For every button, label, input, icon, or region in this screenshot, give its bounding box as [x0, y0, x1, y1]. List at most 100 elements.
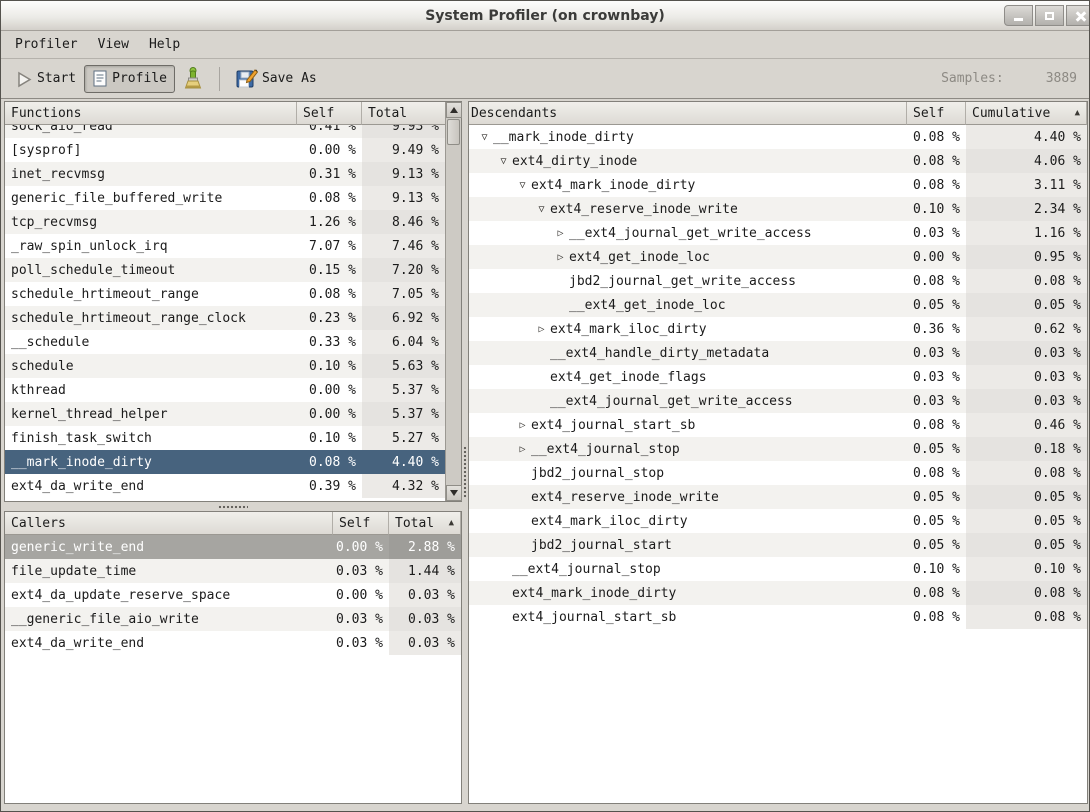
- table-row[interactable]: ext4_get_inode_flags0.03 %0.03 %: [469, 365, 1087, 389]
- total-value: 0.62 %: [966, 317, 1087, 341]
- table-row[interactable]: __ext4_journal_get_write_access0.03 %0.0…: [469, 389, 1087, 413]
- table-row[interactable]: file_update_time0.03 %1.44 %: [5, 559, 461, 583]
- total-value: 7.20 %: [362, 258, 445, 282]
- table-row[interactable]: inet_recvmsg0.31 %9.13 %: [5, 162, 445, 186]
- table-row[interactable]: ext4_reserve_inode_write0.05 %0.05 %: [469, 485, 1087, 509]
- table-row[interactable]: tcp_recvmsg1.26 %8.46 %: [5, 210, 445, 234]
- minimize-button[interactable]: [1004, 5, 1033, 26]
- table-row[interactable]: ext4_mark_iloc_dirty0.05 %0.05 %: [469, 509, 1087, 533]
- table-row[interactable]: ext4_da_write_end0.39 %4.32 %: [5, 474, 445, 498]
- scroll-up-button[interactable]: [446, 102, 462, 118]
- table-row[interactable]: ext4_mark_inode_dirty0.08 %0.08 %: [469, 581, 1087, 605]
- function-name: ext4_reserve_inode_write: [550, 202, 738, 217]
- expander-open-icon[interactable]: ▽: [495, 156, 512, 167]
- callers-column-header[interactable]: Callers: [5, 512, 333, 535]
- expander-closed-icon[interactable]: ▷: [552, 252, 569, 263]
- table-row[interactable]: sock_aio_read0.41 %9.93 %: [5, 125, 445, 138]
- table-row[interactable]: generic_write_end0.00 %2.88 %: [5, 535, 461, 559]
- total-value: 2.88 %: [389, 535, 461, 559]
- table-row[interactable]: ▷__ext4_journal_stop0.05 %0.18 %: [469, 437, 1087, 461]
- close-button[interactable]: [1066, 5, 1089, 26]
- table-row[interactable]: schedule0.10 %5.63 %: [5, 354, 445, 378]
- function-name: jbd2_journal_stop: [531, 466, 664, 481]
- menu-view[interactable]: View: [88, 34, 139, 55]
- tree-indent: [471, 449, 514, 450]
- table-row[interactable]: __ext4_handle_dirty_metadata0.03 %0.03 %: [469, 341, 1087, 365]
- function-name: ext4_get_inode_flags: [550, 370, 707, 385]
- table-row[interactable]: [sysprof]0.00 %9.49 %: [5, 138, 445, 162]
- table-row[interactable]: __ext4_get_inode_loc0.05 %0.05 %: [469, 293, 1087, 317]
- table-row[interactable]: __schedule0.33 %6.04 %: [5, 330, 445, 354]
- function-name: generic_file_buffered_write: [11, 191, 222, 206]
- self-value: 0.10 %: [297, 426, 362, 450]
- table-row[interactable]: poll_schedule_timeout0.15 %7.20 %: [5, 258, 445, 282]
- scrollbar-thumb[interactable]: [447, 119, 460, 145]
- self-value: 0.00 %: [907, 245, 966, 269]
- table-row[interactable]: ext4_journal_start_sb0.08 %0.08 %: [469, 605, 1087, 629]
- descendants-column-header[interactable]: Descendants: [469, 102, 907, 125]
- table-row[interactable]: ▽ext4_reserve_inode_write0.10 %2.34 %: [469, 197, 1087, 221]
- expander-closed-icon[interactable]: ▷: [533, 324, 550, 335]
- function-name: ext4_get_inode_loc: [569, 250, 710, 265]
- table-row[interactable]: ▽__mark_inode_dirty0.08 %4.40 %: [469, 125, 1087, 149]
- horizontal-pane-splitter[interactable]: [4, 502, 462, 511]
- table-row[interactable]: ▷__ext4_journal_get_write_access0.03 %1.…: [469, 221, 1087, 245]
- table-row[interactable]: __mark_inode_dirty0.08 %4.40 %: [5, 450, 445, 474]
- menu-profiler[interactable]: Profiler: [5, 34, 88, 55]
- expander-closed-icon[interactable]: ▷: [552, 228, 569, 239]
- menu-help[interactable]: Help: [139, 34, 190, 55]
- toolbar: Start Profile: [1, 59, 1089, 99]
- table-row[interactable]: ext4_da_update_reserve_space0.00 %0.03 %: [5, 583, 461, 607]
- maximize-button[interactable]: [1035, 5, 1064, 26]
- self-value: 0.00 %: [333, 583, 389, 607]
- table-row[interactable]: jbd2_journal_start0.05 %0.05 %: [469, 533, 1087, 557]
- profile-label: Profile: [112, 71, 167, 86]
- table-row[interactable]: kernel_thread_helper0.00 %5.37 %: [5, 402, 445, 426]
- table-row[interactable]: ▽ext4_dirty_inode0.08 %4.06 %: [469, 149, 1087, 173]
- self-value: 0.03 %: [907, 221, 966, 245]
- table-row[interactable]: _raw_spin_unlock_irq7.07 %7.46 %: [5, 234, 445, 258]
- scroll-down-button[interactable]: [446, 485, 462, 501]
- function-name: kthread: [11, 383, 66, 398]
- functions-column-header[interactable]: Functions: [5, 102, 297, 125]
- brush-button[interactable]: [175, 62, 211, 95]
- function-name: schedule_hrtimeout_range: [11, 287, 199, 302]
- total-value: 8.46 %: [362, 210, 445, 234]
- tree-indent: [471, 161, 495, 162]
- start-label: Start: [37, 71, 76, 86]
- table-row[interactable]: jbd2_journal_get_write_access0.08 %0.08 …: [469, 269, 1087, 293]
- self-value: 0.39 %: [297, 474, 362, 498]
- self-value: 0.05 %: [907, 485, 966, 509]
- table-row[interactable]: schedule_hrtimeout_range_clock0.23 %6.92…: [5, 306, 445, 330]
- table-row[interactable]: ▷ext4_journal_start_sb0.08 %0.46 %: [469, 413, 1087, 437]
- table-row[interactable]: jbd2_journal_stop0.08 %0.08 %: [469, 461, 1087, 485]
- expander-open-icon[interactable]: ▽: [533, 204, 550, 215]
- table-row[interactable]: __ext4_journal_stop0.10 %0.10 %: [469, 557, 1087, 581]
- expander-closed-icon[interactable]: ▷: [514, 420, 531, 431]
- table-row[interactable]: ▽ext4_mark_inode_dirty0.08 %3.11 %: [469, 173, 1087, 197]
- table-row[interactable]: finish_task_switch0.10 %5.27 %: [5, 426, 445, 450]
- expander-open-icon[interactable]: ▽: [476, 132, 493, 143]
- tree-indent: [471, 281, 552, 282]
- table-row[interactable]: generic_file_buffered_write0.08 %9.13 %: [5, 186, 445, 210]
- self-value: 0.03 %: [907, 389, 966, 413]
- self-column-header[interactable]: Self: [333, 512, 389, 535]
- table-row[interactable]: kthread0.00 %5.37 %: [5, 378, 445, 402]
- total-value: 9.13 %: [362, 162, 445, 186]
- expander-open-icon[interactable]: ▽: [514, 180, 531, 191]
- table-row[interactable]: ▷ext4_mark_iloc_dirty0.36 %0.62 %: [469, 317, 1087, 341]
- table-row[interactable]: ▷ext4_get_inode_loc0.00 %0.95 %: [469, 245, 1087, 269]
- save-as-button[interactable]: Save As: [228, 63, 325, 94]
- total-column-header[interactable]: Total▲: [389, 512, 461, 535]
- expander-closed-icon[interactable]: ▷: [514, 444, 531, 455]
- callers-table-body: generic_write_end0.00 %2.88 %file_update…: [5, 535, 461, 803]
- table-row[interactable]: ext4_da_write_end0.03 %0.03 %: [5, 631, 461, 655]
- start-button[interactable]: Start: [7, 65, 84, 93]
- table-row[interactable]: __generic_file_aio_write0.03 %0.03 %: [5, 607, 461, 631]
- profile-toggle-button[interactable]: Profile: [84, 65, 175, 93]
- cumulative-column-header[interactable]: Cumulative▲: [966, 102, 1087, 125]
- table-row[interactable]: schedule_hrtimeout_range0.08 %7.05 %: [5, 282, 445, 306]
- functions-scrollbar[interactable]: [445, 102, 461, 501]
- self-column-header[interactable]: Self: [907, 102, 966, 125]
- self-column-header[interactable]: Self: [297, 102, 362, 125]
